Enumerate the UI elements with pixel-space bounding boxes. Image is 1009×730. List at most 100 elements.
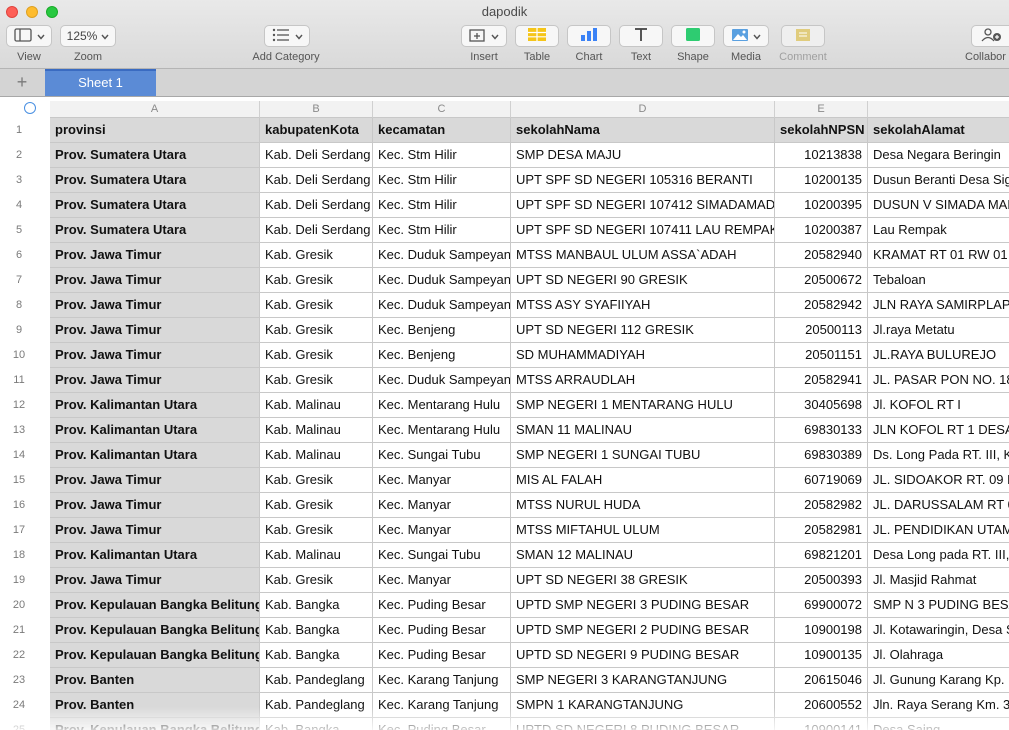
table-cell[interactable]: Kab. Bangka <box>260 593 373 618</box>
header-cell[interactable]: provinsi <box>50 118 260 143</box>
row-number[interactable]: 12 <box>0 393 38 418</box>
table-cell[interactable]: UPTD SMP NEGERI 2 PUDING BESAR <box>511 618 775 643</box>
table-cell[interactable]: Tebaloan <box>868 268 1009 293</box>
table-cell[interactable]: UPT SPF SD NEGERI 105316 BERANTI <box>511 168 775 193</box>
table-cell[interactable]: UPT SD NEGERI 90 GRESIK <box>511 268 775 293</box>
table-cell[interactable]: Kec. Duduk Sampeyan <box>373 243 511 268</box>
table-cell[interactable]: Kec. Duduk Sampeyan <box>373 268 511 293</box>
table-cell[interactable]: SMP DESA MAJU <box>511 143 775 168</box>
table-cell[interactable]: Kec. Stm Hilir <box>373 168 511 193</box>
table-cell[interactable]: 10200387 <box>775 218 868 243</box>
table-cell[interactable]: 20500672 <box>775 268 868 293</box>
table-cell[interactable]: SMP NEGERI 1 MENTARANG HULU <box>511 393 775 418</box>
table-cell[interactable]: Prov. Jawa Timur <box>50 293 260 318</box>
table-cell[interactable]: Prov. Jawa Timur <box>50 518 260 543</box>
table-cell[interactable]: 69821201 <box>775 543 868 568</box>
table-cell[interactable]: Kec. Puding Besar <box>373 718 511 730</box>
table-cell[interactable]: JLN RAYA SAMIRPLAPA <box>868 293 1009 318</box>
table-cell[interactable]: Desa Saing <box>868 718 1009 730</box>
row-number[interactable]: 21 <box>0 618 38 643</box>
table-cell[interactable]: Kec. Sungai Tubu <box>373 543 511 568</box>
table-cell[interactable]: JL. PASAR PON NO. 18 <box>868 368 1009 393</box>
table-cell[interactable]: Prov. Kalimantan Utara <box>50 443 260 468</box>
table-cell[interactable]: Prov. Jawa Timur <box>50 243 260 268</box>
table-cell[interactable]: 10900135 <box>775 643 868 668</box>
add-category-button[interactable] <box>264 25 310 47</box>
row-number[interactable]: 25 <box>0 718 38 730</box>
table-cell[interactable]: 30405698 <box>775 393 868 418</box>
table-cell[interactable]: Kab. Malinau <box>260 543 373 568</box>
table-cell[interactable]: Kab. Malinau <box>260 393 373 418</box>
table-cell[interactable]: Prov. Jawa Timur <box>50 268 260 293</box>
table-cell[interactable]: SMP NEGERI 3 KARANGTANJUNG <box>511 668 775 693</box>
table-cell[interactable]: Prov. Sumatera Utara <box>50 218 260 243</box>
table-cell[interactable]: 10900141 <box>775 718 868 730</box>
table-cell[interactable]: Prov. Jawa Timur <box>50 368 260 393</box>
table-cell[interactable]: Prov. Jawa Timur <box>50 568 260 593</box>
row-number[interactable]: 1 <box>0 118 38 143</box>
row-number[interactable]: 24 <box>0 693 38 718</box>
shape-button[interactable] <box>671 25 715 47</box>
table-cell[interactable]: MTSS ARRAUDLAH <box>511 368 775 393</box>
column-header-f[interactable] <box>868 101 1009 118</box>
table-cell[interactable]: UPTD SMP NEGERI 3 PUDING BESAR <box>511 593 775 618</box>
table-cell[interactable]: JL. SIDOAKOR RT. 09 R <box>868 468 1009 493</box>
table-cell[interactable]: Kec. Stm Hilir <box>373 218 511 243</box>
row-number[interactable]: 19 <box>0 568 38 593</box>
table-cell[interactable]: Dusun Beranti Desa Sig <box>868 168 1009 193</box>
table-cell[interactable]: Jl. Kotawaringin, Desa S <box>868 618 1009 643</box>
sheet-tab[interactable]: Sheet 1 <box>45 69 156 96</box>
row-number[interactable]: 20 <box>0 593 38 618</box>
table-cell[interactable]: Prov. Sumatera Utara <box>50 193 260 218</box>
table-cell[interactable]: Kab. Bangka <box>260 643 373 668</box>
table-cell[interactable]: Kab. Gresik <box>260 568 373 593</box>
table-cell[interactable]: Kab. Deli Serdang <box>260 218 373 243</box>
header-cell[interactable]: sekolahAlamat <box>868 118 1009 143</box>
table-cell[interactable]: MIS AL FALAH <box>511 468 775 493</box>
table-cell[interactable]: SMPN 1 KARANGTANJUNG <box>511 693 775 718</box>
table-cell[interactable]: MTSS NURUL HUDA <box>511 493 775 518</box>
table-cell[interactable]: JL. DARUSSALAM RT 0 <box>868 493 1009 518</box>
table-cell[interactable]: Kec. Puding Besar <box>373 643 511 668</box>
row-number[interactable]: 9 <box>0 318 38 343</box>
table-cell[interactable]: KRAMAT RT 01 RW 01 <box>868 243 1009 268</box>
table-cell[interactable]: 69830389 <box>775 443 868 468</box>
table-cell[interactable]: 20582941 <box>775 368 868 393</box>
table-cell[interactable]: Prov. Kepulauan Bangka Belitung <box>50 643 260 668</box>
table-cell[interactable]: Kab. Gresik <box>260 518 373 543</box>
table-cell[interactable]: Prov. Kalimantan Utara <box>50 393 260 418</box>
table-cell[interactable]: Prov. Kepulauan Bangka Belitung <box>50 593 260 618</box>
header-cell[interactable]: sekolahNPSN <box>775 118 868 143</box>
row-number[interactable]: 23 <box>0 668 38 693</box>
table-cell[interactable]: Prov. Sumatera Utara <box>50 168 260 193</box>
table-button[interactable] <box>515 25 559 47</box>
row-number[interactable]: 8 <box>0 293 38 318</box>
table-cell[interactable]: Kab. Malinau <box>260 418 373 443</box>
table-cell[interactable]: Lau Rempak <box>868 218 1009 243</box>
table-cell[interactable]: Kab. Deli Serdang <box>260 193 373 218</box>
table-cell[interactable]: Prov. Kalimantan Utara <box>50 543 260 568</box>
table-cell[interactable]: Kec. Manyar <box>373 468 511 493</box>
table-cell[interactable]: Kec. Karang Tanjung <box>373 693 511 718</box>
table-cell[interactable]: MTSS MIFTAHUL ULUM <box>511 518 775 543</box>
table-cell[interactable]: Prov. Kalimantan Utara <box>50 418 260 443</box>
table-cell[interactable]: 20582942 <box>775 293 868 318</box>
table-cell[interactable]: Jl. Masjid Rahmat <box>868 568 1009 593</box>
table-cell[interactable]: 69830133 <box>775 418 868 443</box>
row-number[interactable]: 10 <box>0 343 38 368</box>
table-cell[interactable]: Kec. Sungai Tubu <box>373 443 511 468</box>
table-cell[interactable]: Prov. Banten <box>50 668 260 693</box>
table-cell[interactable]: JLN KOFOL RT 1 DESA <box>868 418 1009 443</box>
column-header-b[interactable]: B <box>260 101 373 118</box>
table-cell[interactable]: Kec. Mentarang Hulu <box>373 393 511 418</box>
table-cell[interactable]: 20500393 <box>775 568 868 593</box>
table-cell[interactable]: Kab. Gresik <box>260 368 373 393</box>
column-header-c[interactable]: C <box>373 101 511 118</box>
table-cell[interactable]: 20600552 <box>775 693 868 718</box>
table-cell[interactable]: Kec. Benjeng <box>373 318 511 343</box>
row-number[interactable]: 11 <box>0 368 38 393</box>
table-cell[interactable]: Prov. Jawa Timur <box>50 493 260 518</box>
table-cell[interactable]: MTSS ASY SYAFIIYAH <box>511 293 775 318</box>
row-number[interactable]: 18 <box>0 543 38 568</box>
table-cell[interactable]: Kec. Puding Besar <box>373 618 511 643</box>
